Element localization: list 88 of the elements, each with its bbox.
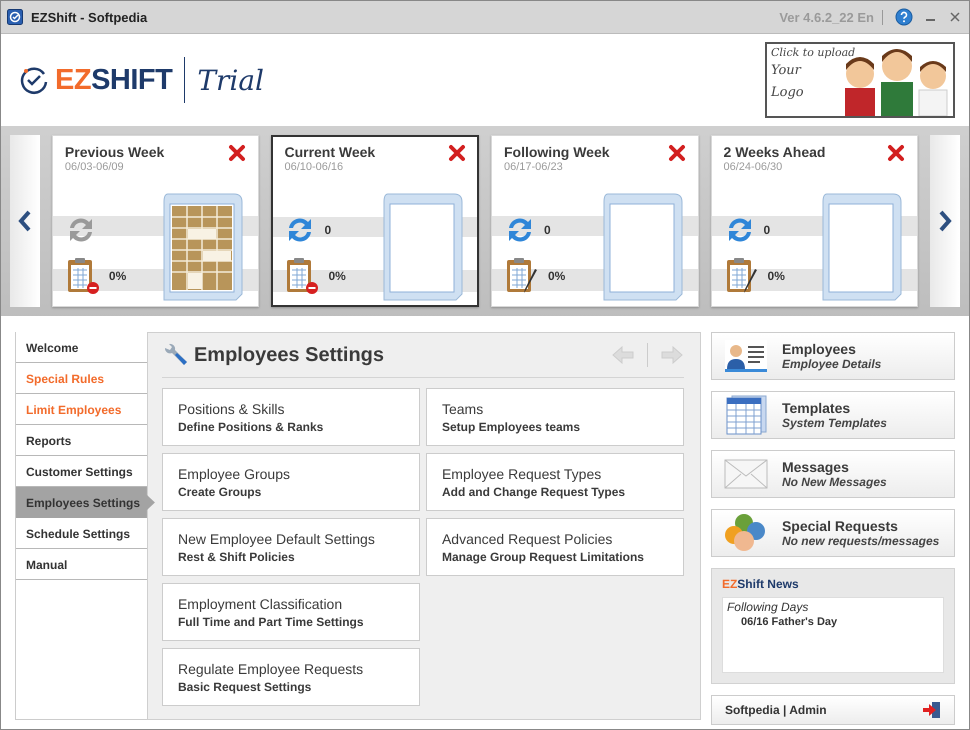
- sync-count: 0: [324, 223, 332, 237]
- week-card[interactable]: Previous Week 06/03-06/09 0%: [52, 135, 260, 307]
- logo-text: EZSHIFT: [55, 64, 172, 96]
- tile-subtitle: Rest & Shift Policies: [178, 550, 296, 564]
- upload-logo-button[interactable]: Click to upload Your Logo: [765, 42, 955, 118]
- sync-count: 0: [544, 223, 551, 237]
- tile-title: Teams: [442, 401, 484, 417]
- sidebar-item[interactable]: Welcome: [16, 332, 147, 363]
- close-icon[interactable]: [949, 11, 961, 23]
- shortcut-title: Special Requests: [782, 518, 899, 534]
- week-title: Previous Week: [64, 144, 164, 160]
- tile-title: Positions & Skills: [178, 401, 286, 417]
- tile-subtitle: Basic Request Settings: [178, 680, 312, 694]
- settings-tile[interactable]: Positions & Skills Define Positions & Ranks: [162, 388, 420, 446]
- shortcut-button[interactable]: Messages No New Messages: [710, 450, 955, 498]
- news-title: EZShift News: [722, 577, 800, 591]
- window-title: EZShift - Softpedia: [31, 10, 148, 24]
- tile-subtitle: Setup Employees teams: [442, 420, 582, 434]
- envelope-icon: [724, 459, 768, 489]
- settings-tile[interactable]: New Employee Default Settings Rest & Shift Policies: [162, 518, 420, 576]
- week-dates: 06/17-06/23: [504, 161, 564, 173]
- week-title: Following Week: [504, 144, 610, 160]
- shortcut-title: Messages: [782, 459, 850, 475]
- week-card[interactable]: 2 Weeks Ahead 06/24-06/30 0 0%: [710, 135, 918, 307]
- sidebar-item[interactable]: Reports: [16, 425, 147, 456]
- week-dates: 06/24-06/30: [724, 161, 784, 173]
- balloons-icon: [724, 513, 768, 553]
- week-dates: 06/03-06/09: [64, 161, 125, 173]
- week-dates: 06/10-06/16: [284, 161, 344, 173]
- progress-percent: 0%: [328, 269, 346, 283]
- chevron-left-icon: [18, 210, 32, 232]
- tile-subtitle: Define Positions & Ranks: [178, 420, 324, 434]
- sync-count: 0: [764, 223, 770, 237]
- week-title: 2 Weeks Ahead: [724, 144, 826, 160]
- shortcut-subtitle: Employee Details: [782, 357, 882, 371]
- tile-title: Advanced Request Policies: [442, 531, 614, 547]
- version-label: Ver 4.6.2_22 En: [779, 10, 883, 24]
- delete-icon[interactable]: [228, 144, 246, 162]
- delete-icon[interactable]: [448, 144, 466, 162]
- clipboard-icon[interactable]: [284, 256, 320, 296]
- settings-tile[interactable]: Advanced Request Policies Manage Group Request Limitations: [426, 518, 684, 576]
- settings-tile[interactable]: Employee Groups Create Groups: [162, 453, 420, 511]
- settings-tile[interactable]: Employee Request Types Add and Change Request Types: [426, 453, 684, 511]
- upload-hint: Click to upload: [771, 46, 856, 60]
- clock-check-icon: [19, 65, 49, 95]
- user-label: Softpedia | Admin: [724, 703, 827, 717]
- week-card[interactable]: Current Week 06/10-06/16 0 0%: [271, 135, 479, 307]
- progress-percent: 0%: [548, 269, 566, 283]
- spreadsheet-icon: [724, 395, 768, 435]
- edition-label: Trial: [197, 64, 264, 96]
- app-icon: [7, 9, 23, 25]
- logout-icon[interactable]: [922, 701, 942, 719]
- section-title: Employees Settings: [194, 344, 384, 366]
- shortcut-button[interactable]: Special Requests No new requests/messages: [710, 509, 955, 557]
- help-icon[interactable]: [895, 8, 913, 26]
- shortcut-button[interactable]: Employees Employee Details: [710, 332, 955, 380]
- tile-title: Regulate Employee Requests: [178, 661, 364, 677]
- shortcut-subtitle: No new requests/messages: [782, 534, 940, 548]
- settings-tile[interactable]: Teams Setup Employees teams: [426, 388, 684, 446]
- tile-title: Employment Classification: [178, 596, 344, 612]
- week-title: Current Week: [284, 144, 376, 160]
- tile-subtitle: Full Time and Part Time Settings: [178, 615, 365, 629]
- sidebar-item[interactable]: Schedule Settings: [16, 518, 147, 549]
- tile-subtitle: Manage Group Request Limitations: [442, 550, 645, 564]
- progress-percent: 0%: [108, 269, 126, 283]
- progress-percent: 0%: [768, 269, 785, 283]
- delete-icon[interactable]: [887, 144, 906, 162]
- tile-subtitle: Create Groups: [178, 485, 262, 499]
- settings-tile[interactable]: Employment Classification Full Time and Part Time Settings: [162, 583, 420, 641]
- tile-title: New Employee Default Settings: [178, 531, 376, 547]
- upload-hint: Your: [771, 62, 802, 80]
- shortcut-title: Templates: [782, 400, 852, 416]
- shortcut-button[interactable]: Templates System Templates: [710, 391, 955, 439]
- upload-hint: Logo: [771, 84, 805, 102]
- news-item: 06/16 Father's Day: [740, 616, 838, 628]
- tile-title: Employee Groups: [178, 466, 292, 482]
- shortcut-subtitle: No New Messages: [782, 475, 887, 489]
- tile-title: Employee Request Types: [442, 466, 602, 482]
- shortcut-subtitle: System Templates: [782, 416, 887, 430]
- delete-icon[interactable]: [668, 144, 686, 162]
- chevron-right-icon: [938, 210, 952, 232]
- tile-subtitle: Add and Change Request Types: [442, 485, 626, 499]
- news-heading: Following Days: [726, 600, 810, 614]
- settings-tile[interactable]: Regulate Employee Requests Basic Request Settings: [162, 648, 420, 706]
- shortcut-title: Employees: [782, 341, 857, 357]
- week-card[interactable]: Following Week 06/17-06/23 0 0%: [490, 135, 699, 307]
- sidebar-item[interactable]: Employees Settings: [16, 487, 155, 518]
- sidebar-item[interactable]: Manual: [16, 549, 147, 580]
